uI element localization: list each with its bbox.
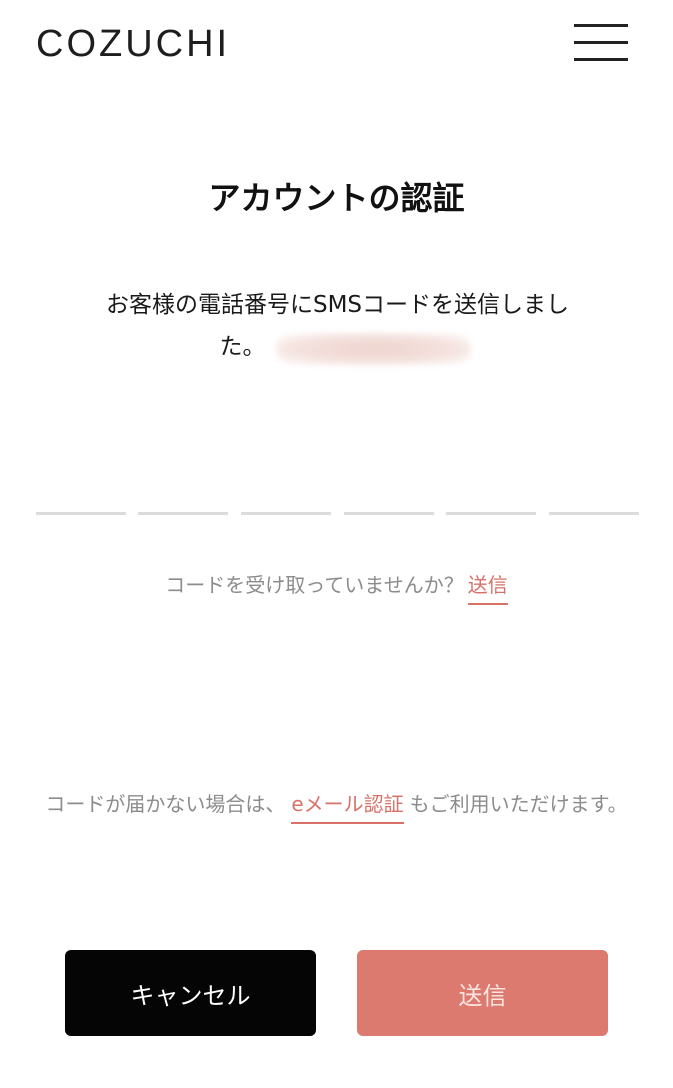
cozuchi-logo[interactable]: COZUCHI <box>36 22 230 66</box>
resend-row: コードを受け取っていませんか？ 送信 <box>0 568 673 605</box>
page-title: アカウントの認証 <box>208 179 465 217</box>
email-note-suffix: もご利用いただけます。 <box>409 792 628 816</box>
sms-code-inputs <box>36 492 639 516</box>
email-verification-note: コードが届かない場合は、 eメール認証 もご利用いただけます。 <box>30 786 643 824</box>
email-note-prefix: コードが届かない場合は、 <box>45 792 286 816</box>
code-digit-input-2[interactable] <box>138 492 228 515</box>
resend-prompt: コードを受け取っていませんか？ <box>165 573 464 597</box>
menu-line-top <box>574 24 628 27</box>
code-digit-input-5[interactable] <box>446 492 536 515</box>
submit-button[interactable]: 送信 <box>357 950 608 1036</box>
code-digit-input-4[interactable] <box>344 492 434 515</box>
sms-message-line1: お客様の電話番号にSMSコードを送信しまし <box>105 292 570 318</box>
code-digit-input-1[interactable] <box>36 492 126 515</box>
menu-line-middle <box>574 41 628 44</box>
redacted-phone-number <box>276 333 471 365</box>
resend-code-link[interactable]: 送信 <box>467 573 508 605</box>
code-digit-input-6[interactable] <box>549 492 639 515</box>
cancel-button[interactable]: キャンセル <box>65 950 316 1036</box>
app-header: COZUCHI <box>0 0 673 90</box>
hamburger-menu-icon[interactable] <box>574 22 628 62</box>
menu-line-bottom <box>574 58 628 61</box>
email-verification-link[interactable]: eメール認証 <box>291 792 404 824</box>
code-digit-input-3[interactable] <box>241 492 331 515</box>
